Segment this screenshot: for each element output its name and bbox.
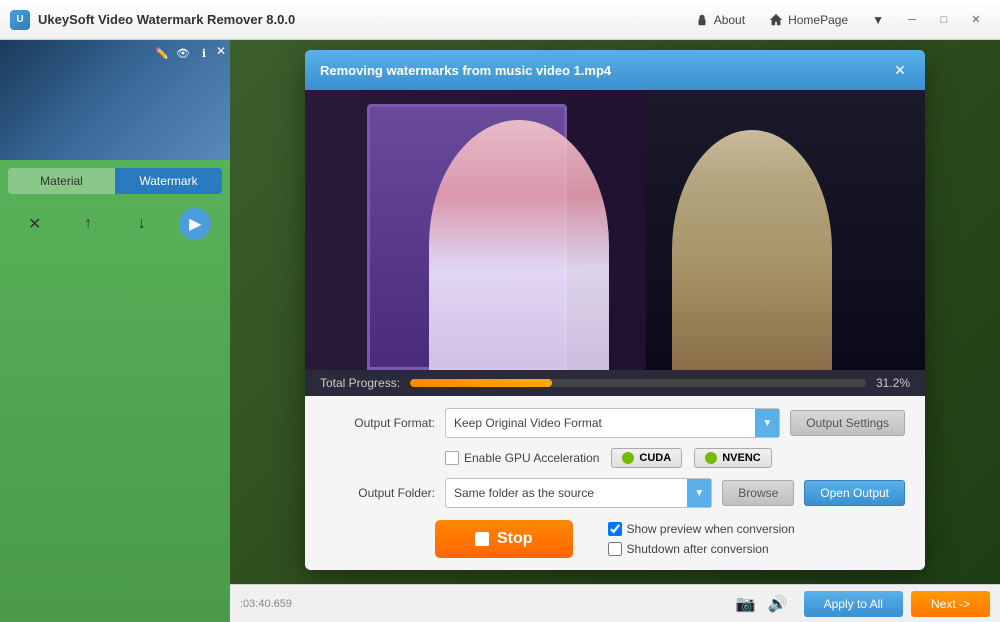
cuda-badge[interactable]: CUDA: [611, 448, 682, 468]
stop-button[interactable]: Stop: [435, 520, 573, 558]
modal-header: Removing watermarks from music video 1.m…: [305, 50, 925, 90]
title-bar: U UkeySoft Video Watermark Remover 8.0.0…: [0, 0, 1000, 40]
next-button[interactable]: Next ->: [911, 591, 990, 617]
browse-button[interactable]: Browse: [722, 480, 794, 506]
open-output-button[interactable]: Open Output: [804, 480, 905, 506]
play-button[interactable]: ▶: [179, 208, 211, 240]
output-settings-button[interactable]: Output Settings: [790, 410, 905, 436]
video-background: [305, 90, 925, 370]
show-preview-text: Show preview when conversion: [627, 522, 795, 536]
main-area: ✏️ 👁 ℹ ✕ Material Watermark ✕ ↑ ↓ ▶ Remo…: [0, 40, 1000, 622]
cuda-icon: [622, 452, 634, 464]
close-button[interactable]: ✕: [962, 9, 990, 31]
progress-label: Total Progress:: [320, 376, 400, 390]
gpu-checkbox[interactable]: [445, 451, 459, 465]
thumbnail-icons: ✏️ 👁 ℹ ✕: [153, 44, 226, 62]
camera-icon[interactable]: 📷: [736, 594, 756, 614]
gpu-row: Enable GPU Acceleration CUDA NVENC: [325, 448, 905, 468]
gpu-checkbox-label[interactable]: Enable GPU Acceleration: [445, 451, 599, 465]
about-button[interactable]: About: [685, 9, 755, 31]
maximize-button[interactable]: □: [930, 9, 958, 31]
watermark-tab[interactable]: Watermark: [115, 168, 222, 194]
app-icon: U: [10, 10, 30, 30]
delete-button[interactable]: ✕: [19, 208, 51, 240]
eye-icon[interactable]: 👁: [174, 44, 192, 62]
sidebar: ✏️ 👁 ℹ ✕ Material Watermark ✕ ↑ ↓ ▶: [0, 40, 230, 622]
output-folder-row: Output Folder: Same folder as the source…: [325, 478, 905, 508]
output-format-row: Output Format: Keep Original Video Forma…: [325, 408, 905, 438]
video-preview: [305, 90, 925, 370]
show-preview-checkbox[interactable]: [608, 522, 622, 536]
cuda-label: CUDA: [639, 452, 671, 464]
output-folder-label: Output Folder:: [325, 486, 435, 500]
homepage-button[interactable]: HomePage: [759, 9, 858, 31]
video-person-left: [429, 120, 609, 370]
processing-modal: Removing watermarks from music video 1.m…: [305, 50, 925, 570]
shutdown-text: Shutdown after conversion: [627, 542, 769, 556]
modal-overlay: Removing watermarks from music video 1.m…: [230, 40, 1000, 622]
output-format-value: Keep Original Video Format: [454, 416, 602, 430]
video-person-right: [672, 130, 832, 370]
progress-section: Total Progress: 31.2%: [305, 370, 925, 396]
sidebar-actions: ✕ ↑ ↓ ▶: [0, 202, 230, 246]
lock-icon: [695, 13, 709, 27]
app-title: UkeySoft Video Watermark Remover 8.0.0: [38, 12, 295, 27]
move-up-button[interactable]: ↑: [72, 208, 104, 240]
move-down-button[interactable]: ↓: [126, 208, 158, 240]
gpu-label: Enable GPU Acceleration: [464, 451, 599, 465]
dropdown-button[interactable]: ▼: [862, 9, 894, 31]
nvenc-badge[interactable]: NVENC: [694, 448, 772, 468]
title-bar-right: About HomePage ▼ ─ □ ✕: [685, 9, 990, 31]
info-icon[interactable]: ℹ: [195, 44, 213, 62]
shutdown-label[interactable]: Shutdown after conversion: [608, 542, 795, 556]
progress-fill: [410, 379, 552, 387]
stop-label: Stop: [497, 530, 533, 548]
modal-title: Removing watermarks from music video 1.m…: [320, 63, 611, 78]
controls-section: Output Format: Keep Original Video Forma…: [305, 396, 925, 570]
minimize-button[interactable]: ─: [898, 9, 926, 31]
stop-icon: [475, 532, 489, 546]
material-tab[interactable]: Material: [8, 168, 115, 194]
select-arrow-icon: ▼: [755, 409, 779, 437]
edit-icon[interactable]: ✏️: [153, 44, 171, 62]
nvenc-icon: [705, 452, 717, 464]
output-format-label: Output Format:: [325, 416, 435, 430]
time-display: :03:40.659: [240, 598, 292, 610]
right-options: Show preview when conversion Shutdown af…: [608, 522, 795, 556]
output-folder-select[interactable]: Same folder as the source ▼: [445, 478, 712, 508]
volume-icon[interactable]: 🔊: [768, 594, 788, 614]
home-icon: [769, 13, 783, 27]
nvenc-label: NVENC: [722, 452, 761, 464]
shutdown-checkbox[interactable]: [608, 542, 622, 556]
progress-bar: [410, 379, 866, 387]
show-preview-label[interactable]: Show preview when conversion: [608, 522, 795, 536]
apply-all-button[interactable]: Apply to All: [804, 591, 903, 617]
bottom-row: Stop Show preview when conversion Shutdo…: [325, 520, 905, 558]
progress-percent: 31.2%: [876, 376, 910, 390]
sidebar-thumbnail: ✏️ 👁 ℹ ✕: [0, 40, 230, 160]
thumbnail-close-icon[interactable]: ✕: [216, 44, 226, 62]
modal-close-button[interactable]: ✕: [890, 60, 910, 80]
main-background: Removing watermarks from music video 1.m…: [230, 40, 1000, 622]
output-folder-value: Same folder as the source: [454, 486, 594, 500]
sidebar-tabs: Material Watermark: [8, 168, 222, 194]
folder-select-arrow: ▼: [687, 479, 711, 507]
bottom-bar: :03:40.659 📷 🔊 Apply to All Next ->: [230, 584, 1000, 622]
output-format-select[interactable]: Keep Original Video Format ▼: [445, 408, 780, 438]
title-bar-left: U UkeySoft Video Watermark Remover 8.0.0: [10, 10, 295, 30]
